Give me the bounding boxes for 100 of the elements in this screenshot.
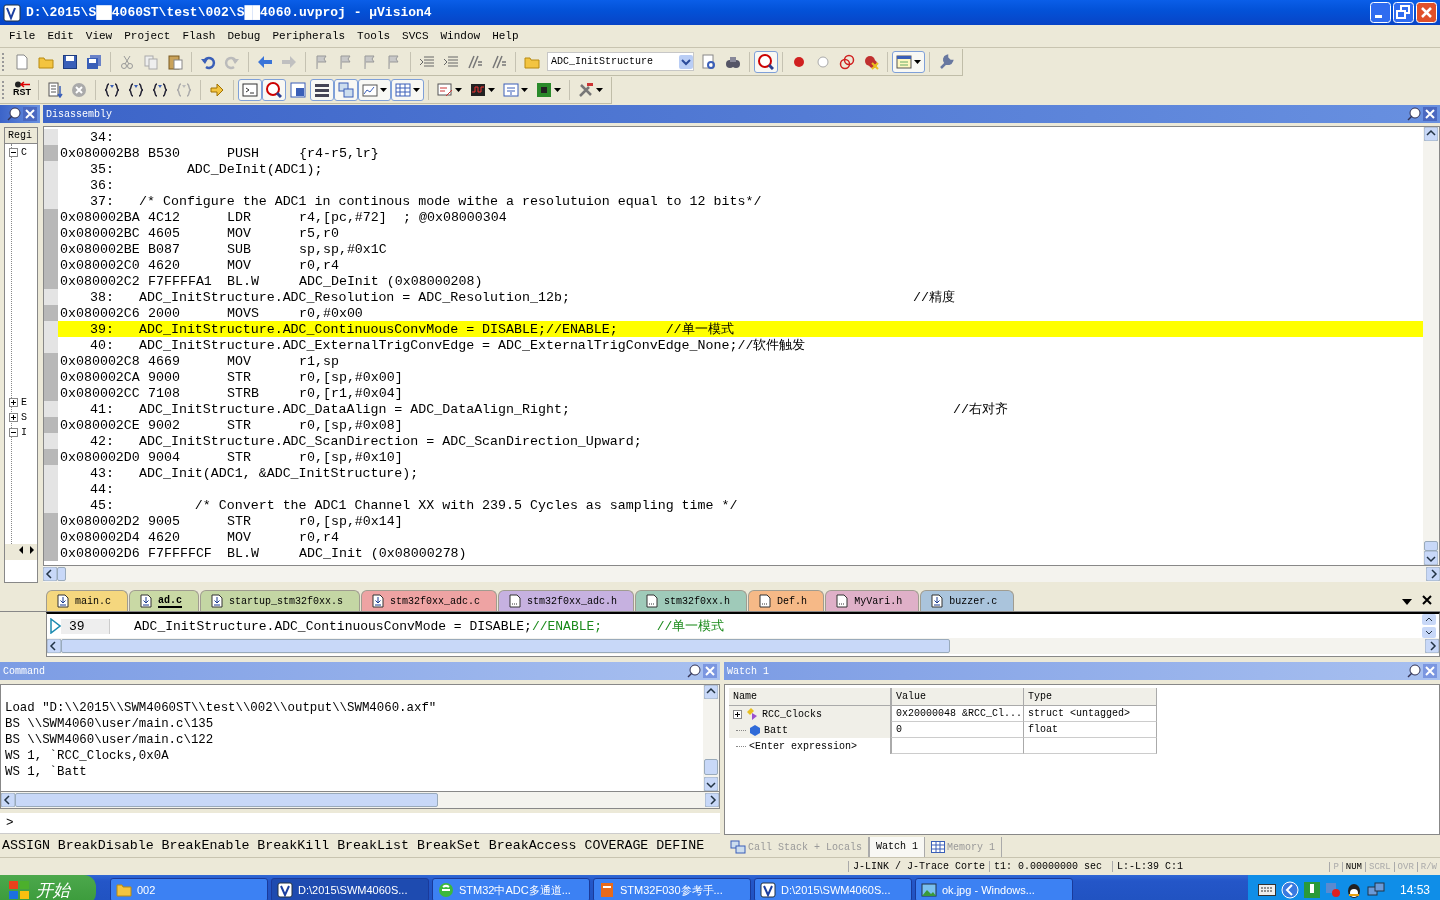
code-line[interactable]: 42: ADC_InitStructure.ADC_ScanDirection = ADC_ScanDirection_Upward; — [44, 433, 1423, 449]
taskbar-button[interactable]: STM32中ADC多通道... — [432, 878, 590, 900]
magnifier-page-button[interactable] — [262, 78, 286, 101]
file-tab[interactable]: Def.h — [748, 590, 825, 611]
collapse-icon[interactable] — [9, 428, 18, 437]
horizontal-scrollbar[interactable] — [5, 544, 37, 560]
scroll-down-arrow-icon[interactable] — [1424, 551, 1438, 565]
scroll-right-arrow-icon[interactable] — [705, 793, 719, 807]
code-line[interactable]: 40: ADC_InitStructure.ADC_ExternalTrigConvEdge = ADC_ExternalTrigConvEdge_None;//软件触发 — [44, 337, 1423, 353]
menu-item[interactable]: View — [79, 28, 119, 44]
vertical-scrollbar[interactable] — [1422, 614, 1439, 638]
column-header[interactable]: Value — [891, 688, 1024, 706]
minimize-button[interactable] — [1370, 2, 1391, 23]
scroll-up-arrow-icon[interactable] — [1424, 127, 1438, 141]
code-line[interactable]: 0x080002BE B087 SUB sp,sp,#0x1C — [44, 241, 1423, 257]
expand-icon[interactable] — [9, 413, 18, 422]
pin-icon[interactable] — [687, 664, 701, 678]
code-line[interactable]: 0x080002C0 4620 MOV r0,r4 — [44, 257, 1423, 273]
file-tab[interactable]: main.c — [46, 590, 128, 611]
tree-item[interactable]: E — [21, 397, 27, 408]
scroll-thumb[interactable] — [704, 759, 718, 775]
panel-tab[interactable]: Regi — [5, 128, 37, 144]
menu-item[interactable]: Window — [434, 28, 487, 44]
code-line[interactable]: 0x080002CE 9002 STR r0,[sp,#0x08] — [44, 417, 1423, 433]
code-line[interactable]: 0x080002CA 9000 STR r0,[sp,#0x00] — [44, 369, 1423, 385]
menu-item[interactable]: Help — [486, 28, 525, 44]
code-line[interactable]: 0x080002D2 9005 STR r0,[sp,#0x14] — [44, 513, 1423, 529]
menu-item[interactable]: Project — [118, 28, 177, 44]
code-line[interactable]: 44: — [44, 481, 1423, 497]
taskbar-button[interactable]: 002 — [110, 878, 268, 900]
expression-field[interactable]: <Enter expression> — [749, 740, 858, 752]
file-tab[interactable]: buzzer.c — [920, 590, 1015, 611]
code-line[interactable]: 0x080002B8 B530 PUSH {r4-r5,lr} — [44, 145, 1423, 161]
command-input[interactable]: > — [0, 813, 720, 833]
menu-item[interactable]: Edit — [41, 28, 80, 44]
file-tab[interactable]: ad.c — [129, 590, 200, 611]
scroll-right-arrow-icon[interactable] — [27, 544, 37, 556]
scroll-up-arrow-icon[interactable] — [1422, 614, 1436, 625]
symbol-combo[interactable]: ADC_InitStructure — [547, 52, 694, 71]
code-line[interactable]: 35: ADC_DeInit(ADC1); — [44, 161, 1423, 177]
column-header[interactable]: Name — [729, 688, 891, 706]
menu-item[interactable]: Flash — [176, 28, 222, 44]
menu-item[interactable]: Peripherals — [266, 28, 352, 44]
menu-item[interactable]: Tools — [351, 28, 397, 44]
tab-list-icon[interactable] — [1402, 599, 1412, 605]
expand-icon[interactable] — [9, 398, 18, 407]
code-line[interactable]: 36: — [44, 177, 1423, 193]
scroll-down-arrow-icon[interactable] — [1422, 627, 1436, 638]
code-line[interactable]: 45: /* Convert the ADC1 Channel XX with 239.5 Cycles as sampling time */ — [44, 497, 1423, 513]
scroll-left-arrow-icon[interactable] — [47, 639, 61, 653]
code-line[interactable]: 0x080002CC 7108 STRB r0,[r1,#0x04] — [44, 385, 1423, 401]
code-line[interactable]: 37: /* Configure the ADC1 in continous mode withe a resolutuion equal to 12 bits*/ — [44, 193, 1423, 209]
menu-item[interactable]: File — [3, 28, 42, 44]
close-button[interactable] — [1416, 2, 1437, 23]
code-line[interactable]: 34: — [44, 129, 1423, 145]
scroll-left-arrow-icon[interactable] — [43, 567, 57, 581]
code-line[interactable]: 43: ADC_Init(ADC1, &ADC_InitStructure); — [44, 465, 1423, 481]
taskbar-button[interactable]: STM32F030参考手... — [593, 878, 751, 900]
registers-button[interactable] — [310, 78, 334, 101]
pin-icon[interactable] — [7, 107, 21, 121]
code-line[interactable]: 0x080002C8 4669 MOV r1,sp — [44, 353, 1423, 369]
menu-item[interactable]: SVCS — [396, 28, 435, 44]
scroll-thumb[interactable] — [57, 567, 66, 581]
file-tab[interactable]: stm32f0xx.h — [635, 590, 748, 611]
scroll-right-arrow-icon[interactable] — [1425, 639, 1439, 653]
code-line[interactable]: 0x080002C2 F7FFFFA1 BL.W ADC_DeInit (0x08000208) — [44, 273, 1423, 289]
horizontal-scrollbar[interactable] — [47, 638, 1439, 654]
grid-button[interactable] — [391, 78, 424, 101]
file-tab[interactable]: stm32f0xx_adc.h — [498, 590, 635, 611]
close-icon[interactable] — [1422, 595, 1432, 605]
code-line[interactable]: 0x080002BA 4C12 LDR r4,[pc,#72] ; @0x08000304 — [44, 209, 1423, 225]
collapse-icon[interactable] — [9, 148, 18, 157]
tree-item[interactable]: I — [21, 427, 27, 438]
reset-button[interactable]: RST — [10, 78, 34, 101]
tree-item[interactable]: S — [21, 412, 27, 423]
column-header[interactable]: Type — [1024, 688, 1157, 706]
code-line[interactable]: 0x080002D4 4620 MOV r0,r4 — [44, 529, 1423, 545]
code-line[interactable]: 0x080002D6 F7FFFFCF BL.W ADC_Init (0x08000278) — [44, 545, 1423, 561]
taskbar-button[interactable]: D:\2015\SWM4060S... — [754, 878, 912, 900]
taskbar-button[interactable]: D:\2015\SWM4060S... — [271, 878, 429, 900]
chart-window-button[interactable] — [358, 78, 391, 101]
horizontal-scrollbar[interactable] — [0, 792, 720, 809]
code-line[interactable]: 0x080002C6 2000 MOVS r0,#0x00 — [44, 305, 1423, 321]
scroll-left-arrow-icon[interactable] — [1, 793, 15, 807]
pin-icon[interactable] — [1407, 107, 1421, 121]
taskbar-button[interactable]: ok.jpg - Windows... — [915, 878, 1073, 900]
code-line[interactable]: 0x080002D0 9004 STR r0,[sp,#0x10] — [44, 449, 1423, 465]
scroll-thumb[interactable] — [1424, 541, 1438, 551]
file-tab[interactable]: MyVari.h — [825, 590, 920, 611]
tree-item[interactable]: C — [21, 147, 27, 158]
restore-button[interactable] — [1393, 2, 1414, 23]
keyboard-icon[interactable] — [1257, 884, 1276, 896]
file-tab[interactable]: startup_stm32f0xx.s — [200, 590, 361, 611]
penguin-icon[interactable] — [1345, 882, 1362, 898]
code-line[interactable]: 41: ADC_InitStructure.ADC_DataAlign = ADC_DataAlign_Right; //右对齐 — [44, 401, 1423, 417]
scroll-right-arrow-icon[interactable] — [1426, 567, 1440, 581]
horizontal-scrollbar[interactable] — [43, 566, 1440, 582]
code-line[interactable]: 0x080002BC 4605 MOV r5,r0 — [44, 225, 1423, 241]
panel-tab[interactable]: Watch 1 — [869, 836, 926, 858]
vertical-scrollbar[interactable] — [1423, 127, 1439, 565]
